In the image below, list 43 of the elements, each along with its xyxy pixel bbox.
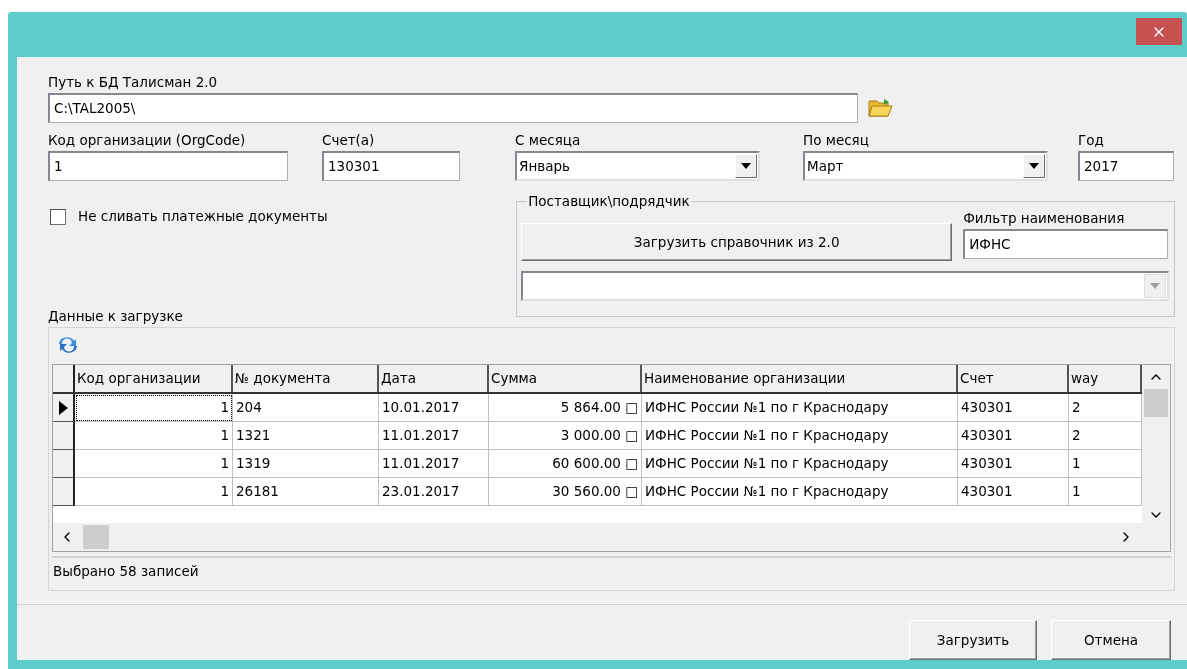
month-dropdown[interactable]: Январь <box>515 151 760 181</box>
column-header[interactable]: № документа <box>233 365 379 392</box>
field-label: Счет(а) <box>322 131 376 150</box>
field-label: Год <box>1078 131 1105 150</box>
filter-field[interactable]: ИФНС <box>963 229 1169 259</box>
status-text: Выбрано 58 записей <box>52 556 1171 583</box>
scroll-thumb[interactable] <box>1144 389 1168 417</box>
merge-checkbox[interactable] <box>50 209 66 225</box>
text-field[interactable]: 1 <box>48 151 288 181</box>
column-header[interactable]: Наименование организации <box>642 365 958 392</box>
column-header[interactable]: Сумма <box>489 365 642 392</box>
column-header[interactable]: way <box>1069 365 1142 392</box>
filter-label: Фильтр наименования <box>963 209 1126 228</box>
caret-down-icon <box>1029 163 1039 169</box>
caret-down-icon <box>1150 283 1161 289</box>
row-indicator[interactable] <box>53 422 75 450</box>
section-label: Данные к загрузке <box>48 307 184 326</box>
column-header[interactable]: Дата <box>379 365 489 392</box>
load-button[interactable]: Загрузить <box>909 620 1037 660</box>
field-label: По месяц <box>803 131 870 150</box>
refresh-icon[interactable] <box>56 334 80 356</box>
cancel-button[interactable]: Отмена <box>1051 620 1171 660</box>
text-field[interactable]: 2017 <box>1078 151 1174 181</box>
text-field[interactable]: 130301 <box>322 151 460 181</box>
path-label: Путь к БД Талисман 2.0 <box>48 73 219 92</box>
folder-icon[interactable] <box>868 97 894 119</box>
column-header[interactable]: Счет <box>958 365 1069 392</box>
row-indicator[interactable] <box>53 394 75 422</box>
checkbox-label: Не сливать платежные документы <box>78 207 328 226</box>
field-label: С месяца <box>515 131 582 150</box>
month-dropdown[interactable]: Март <box>803 151 1048 181</box>
supplier-dropdown[interactable] <box>521 271 1170 301</box>
column-header[interactable]: Код организации <box>75 365 233 392</box>
row-indicator[interactable] <box>53 478 75 506</box>
current-row-icon <box>58 400 68 415</box>
table-cell: 1 <box>75 394 233 422</box>
row-indicator[interactable] <box>53 450 75 478</box>
scroll-thumb[interactable] <box>83 525 109 549</box>
caret-down-icon <box>741 163 751 169</box>
path-field[interactable]: C:\TAL2005\ <box>48 93 858 123</box>
load-directory-button[interactable]: Загрузить справочник из 2.0 <box>521 223 953 261</box>
group-title: Поставщик\подрядчик <box>527 193 691 210</box>
field-label: Код организации (OrgCode) <box>48 131 247 150</box>
